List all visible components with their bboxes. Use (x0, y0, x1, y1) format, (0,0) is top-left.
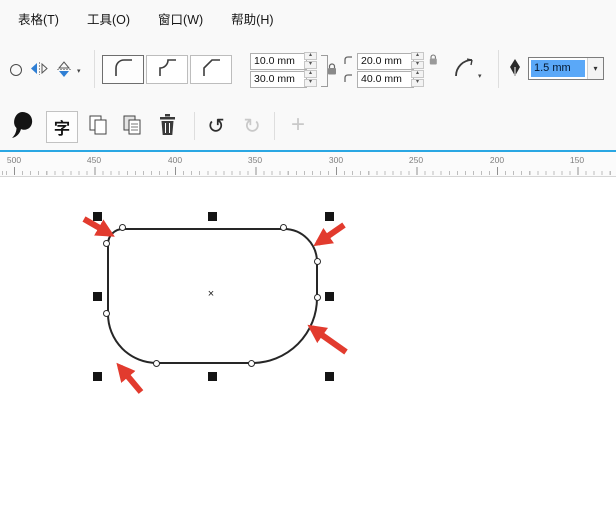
menu-help[interactable]: 帮助(H) (217, 4, 287, 33)
chamfered-corner-icon (200, 57, 222, 83)
selection-handle[interactable] (93, 372, 102, 381)
application-window: 表格(T) 工具(O) 窗口(W) 帮助(H) ▾ 10.0 mm ▴ ▾ 30… (0, 0, 616, 512)
text-properties-button[interactable]: 字 (46, 111, 78, 143)
corner-node[interactable] (153, 360, 160, 367)
corner-radius-top-left-field[interactable]: 10.0 mm (250, 53, 307, 70)
ruler-label: 500 (6, 155, 22, 165)
ruler-accent-line (0, 150, 616, 152)
property-bar: ▾ 10.0 mm ▴ ▾ 30.0 mm ▴ ▾ 20.0 mm ▴ ▾ 40… (0, 36, 616, 102)
separator (194, 112, 195, 140)
bottom-left-spinner: ▴ ▾ (304, 70, 317, 87)
delete-icon[interactable] (158, 113, 177, 136)
spin-up-button[interactable]: ▴ (304, 52, 317, 60)
round-corner-button[interactable] (102, 55, 144, 84)
corner-indicator-icon (343, 73, 353, 83)
corner-indicator-icon (343, 55, 353, 65)
selection-handle[interactable] (93, 292, 102, 301)
add-button[interactable]: + (284, 110, 312, 140)
corner-node[interactable] (103, 310, 110, 317)
secondary-toolbar: 字 ↺ ↻ + (0, 102, 616, 151)
separator (274, 112, 275, 140)
mirror-dropdown-icon[interactable]: ▾ (77, 67, 81, 75)
spin-down-button[interactable]: ▾ (304, 79, 317, 87)
chamfered-corner-button[interactable] (190, 55, 232, 84)
drawing-canvas[interactable]: × (0, 177, 616, 512)
ruler-label: 250 (408, 155, 424, 165)
annotation-arrow-top-right (313, 222, 346, 247)
ruler-label: 450 (86, 155, 102, 165)
spin-down-button[interactable]: ▾ (304, 61, 317, 69)
selection-handle[interactable] (208, 372, 217, 381)
corner-node[interactable] (314, 258, 321, 265)
relative-corner-lock-icon[interactable] (428, 53, 439, 66)
menu-table[interactable]: 表格(T) (4, 4, 73, 33)
mirror-vertical-icon[interactable] (56, 61, 72, 78)
menu-window[interactable]: 窗口(W) (144, 4, 217, 33)
redo-button[interactable]: ↻ (238, 112, 266, 140)
object-center-marker: × (207, 288, 215, 300)
paste-icon[interactable] (122, 114, 143, 137)
scalloped-corner-button[interactable] (146, 55, 188, 84)
corner-tool-dropdown-icon[interactable]: ▾ (478, 72, 482, 80)
spin-up-button[interactable]: ▴ (411, 52, 424, 60)
round-corner-icon (112, 57, 134, 83)
selection-handle[interactable] (93, 212, 102, 221)
ruler-label: 300 (328, 155, 344, 165)
selection-handle[interactable] (325, 372, 334, 381)
corner-node[interactable] (103, 240, 110, 247)
corner-radius-top-right-field[interactable]: 20.0 mm (357, 53, 414, 70)
mirror-horizontal-icon[interactable] (30, 61, 49, 76)
horizontal-ruler[interactable]: 500 450 400 350 300 250 200 150 (0, 150, 616, 177)
selection-handle[interactable] (325, 292, 334, 301)
corner-tool-icon[interactable] (452, 56, 476, 80)
ruler-label: 350 (247, 155, 263, 165)
corner-node[interactable] (314, 294, 321, 301)
outline-pen-icon (508, 58, 522, 78)
corner-node[interactable] (280, 224, 287, 231)
ruler-label: 400 (167, 155, 183, 165)
ruler-label: 200 (489, 155, 505, 165)
corner-node[interactable] (119, 224, 126, 231)
annotation-arrow-bottom-right (307, 324, 348, 355)
ruler-major-ticks (0, 167, 616, 175)
annotation-arrow-top-left (82, 216, 115, 237)
bottom-right-spinner: ▴ ▾ (411, 70, 424, 87)
corner-node[interactable] (248, 360, 255, 367)
annotation-arrows (82, 216, 348, 394)
combo-dropdown-icon[interactable]: ▾ (587, 58, 603, 79)
menu-tools[interactable]: 工具(O) (73, 4, 144, 33)
annotation-arrow-bottom-left (116, 362, 144, 394)
separator (94, 50, 95, 88)
undo-button[interactable]: ↺ (202, 112, 230, 140)
brush-icon[interactable] (8, 110, 35, 141)
spin-down-button[interactable]: ▾ (411, 79, 424, 87)
selection-handle[interactable] (325, 212, 334, 221)
ruler-label: 150 (569, 155, 585, 165)
spin-up-button[interactable]: ▴ (304, 70, 317, 78)
copy-icon[interactable] (88, 114, 109, 137)
outline-width-value: 1.5 mm (531, 60, 585, 77)
scalloped-corner-icon (156, 57, 178, 83)
ellipse-icon (10, 64, 22, 76)
spin-down-button[interactable]: ▾ (411, 61, 424, 69)
corner-radius-bottom-right-field[interactable]: 40.0 mm (357, 71, 414, 88)
outline-width-select[interactable]: 1.5 mm ▾ (528, 57, 604, 80)
spin-up-button[interactable]: ▴ (411, 70, 424, 78)
menu-bar: 表格(T) 工具(O) 窗口(W) 帮助(H) (0, 0, 616, 36)
corner-radius-bottom-left-field[interactable]: 30.0 mm (250, 71, 307, 88)
top-left-spinner: ▴ ▾ (304, 52, 317, 69)
top-right-spinner: ▴ ▾ (411, 52, 424, 69)
separator (498, 50, 499, 88)
selection-handle[interactable] (208, 212, 217, 221)
lock-corners-icon[interactable] (326, 62, 338, 76)
